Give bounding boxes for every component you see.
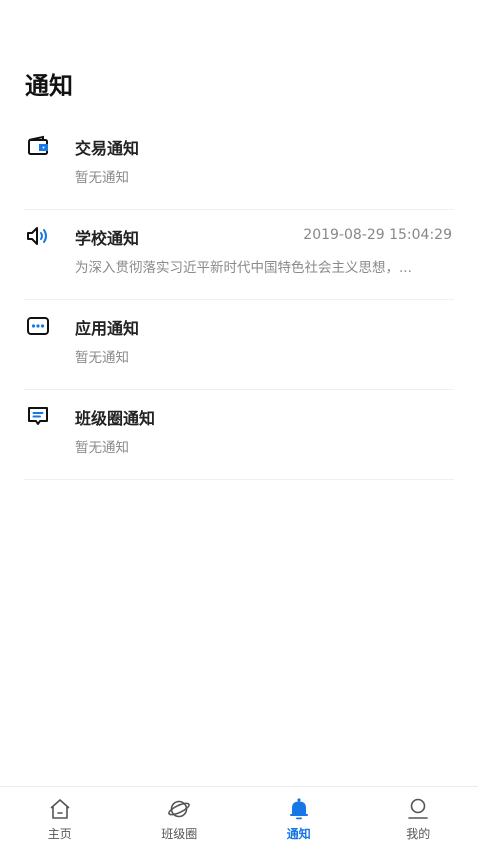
tab-label: 我的 (406, 827, 431, 841)
bottom-tab-bar: 主页 班级圈 通知 我的 (0, 786, 478, 850)
notice-subtitle: 暂无通知 (75, 170, 129, 186)
notice-time: 2019-08-29 15:04:29 (303, 227, 452, 243)
notice-title: 学校通知 (75, 229, 140, 248)
notice-item-app[interactable]: 应用通知 暂无通知 (24, 300, 454, 390)
notice-title: 交易通知 (75, 139, 140, 158)
tab-home[interactable]: 主页 (0, 787, 120, 850)
notice-subtitle: 暂无通知 (75, 350, 129, 366)
notice-title: 班级圈通知 (75, 409, 156, 428)
tab-profile[interactable]: 我的 (359, 787, 478, 850)
notice-item-class-circle[interactable]: 班级圈通知 暂无通知 (24, 390, 454, 480)
tab-class-circle[interactable]: 班级圈 (120, 787, 240, 850)
page-title: 通知 (25, 72, 73, 100)
tab-label: 主页 (47, 827, 72, 841)
notice-item-school[interactable]: 学校通知 2019-08-29 15:04:29 为深入贯彻落实习近平新时代中国… (24, 210, 454, 300)
tab-notifications[interactable]: 通知 (239, 787, 359, 850)
notifications-page: 通知 交易通知 暂无通知 学校通知 2019-08-29 15:04:29 为深… (0, 0, 478, 850)
notice-item-trade[interactable]: 交易通知 暂无通知 (24, 120, 454, 210)
tab-label: 通知 (286, 827, 311, 841)
notice-subtitle: 为深入贯彻落实习近平新时代中国特色社会主义思想，... (75, 260, 412, 276)
home-icon (48, 797, 72, 821)
speaker-icon (26, 224, 50, 248)
bell-icon (287, 797, 311, 821)
notice-subtitle: 暂无通知 (75, 440, 129, 456)
planet-icon (167, 797, 191, 821)
wallet-icon (26, 134, 50, 158)
person-icon (406, 797, 430, 821)
chat-icon (26, 404, 50, 428)
notice-list: 交易通知 暂无通知 学校通知 2019-08-29 15:04:29 为深入贯彻… (0, 120, 478, 480)
more-icon (26, 314, 50, 338)
tab-label: 班级圈 (161, 827, 198, 841)
notice-title: 应用通知 (75, 319, 140, 338)
